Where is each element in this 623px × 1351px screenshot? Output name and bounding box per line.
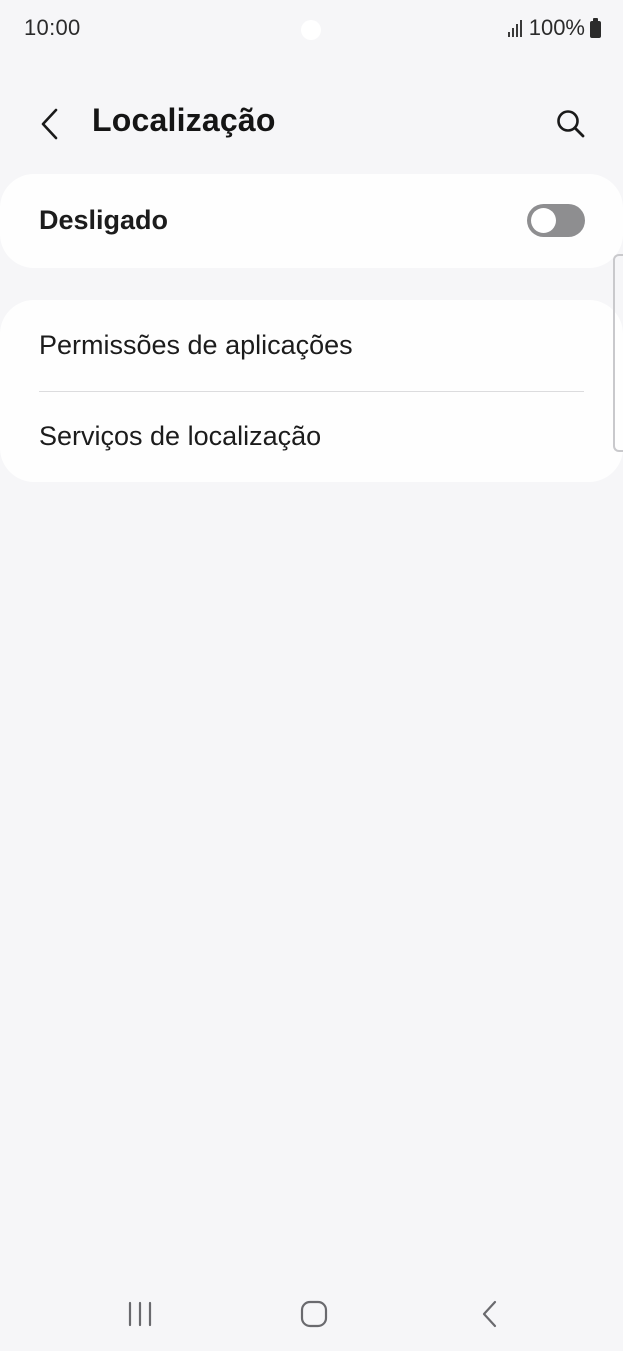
search-button[interactable]: [549, 102, 593, 146]
menu-item-app-permissions[interactable]: Permissões de aplicações: [0, 300, 623, 391]
battery-icon: [590, 17, 601, 38]
menu-item-label: Serviços de localização: [39, 421, 322, 451]
signal-bars-icon: [507, 19, 522, 37]
location-toggle-card[interactable]: Desligado: [0, 174, 623, 268]
page-title: Localização: [92, 102, 276, 138]
scrollbar[interactable]: [613, 254, 623, 452]
toggle-knob: [531, 208, 556, 233]
recents-button[interactable]: [110, 1290, 170, 1338]
nav-back-button[interactable]: [460, 1290, 520, 1338]
chevron-left-icon: [41, 108, 58, 140]
camera-cutout: [301, 20, 321, 40]
navigation-bar: [0, 1280, 623, 1351]
menu-item-label: Permissões de aplicações: [39, 330, 353, 360]
status-time: 10:00: [24, 15, 81, 40]
menu-item-location-services[interactable]: Serviços de localização: [0, 391, 623, 482]
back-button[interactable]: [30, 104, 70, 144]
back-icon: [482, 1300, 497, 1328]
location-toggle-switch[interactable]: [527, 204, 585, 237]
location-toggle-label: Desligado: [39, 205, 169, 235]
home-icon: [300, 1300, 328, 1328]
search-icon: [557, 110, 585, 138]
status-indicators: 100%: [507, 15, 601, 41]
status-bar: 10:00 100%: [0, 0, 623, 58]
home-button[interactable]: [284, 1290, 344, 1338]
battery-percentage: 100%: [528, 15, 585, 40]
location-menu-card: Permissões de aplicações Serviços de loc…: [0, 300, 623, 482]
recents-icon: [128, 1301, 152, 1327]
app-bar: Localização: [0, 90, 623, 156]
